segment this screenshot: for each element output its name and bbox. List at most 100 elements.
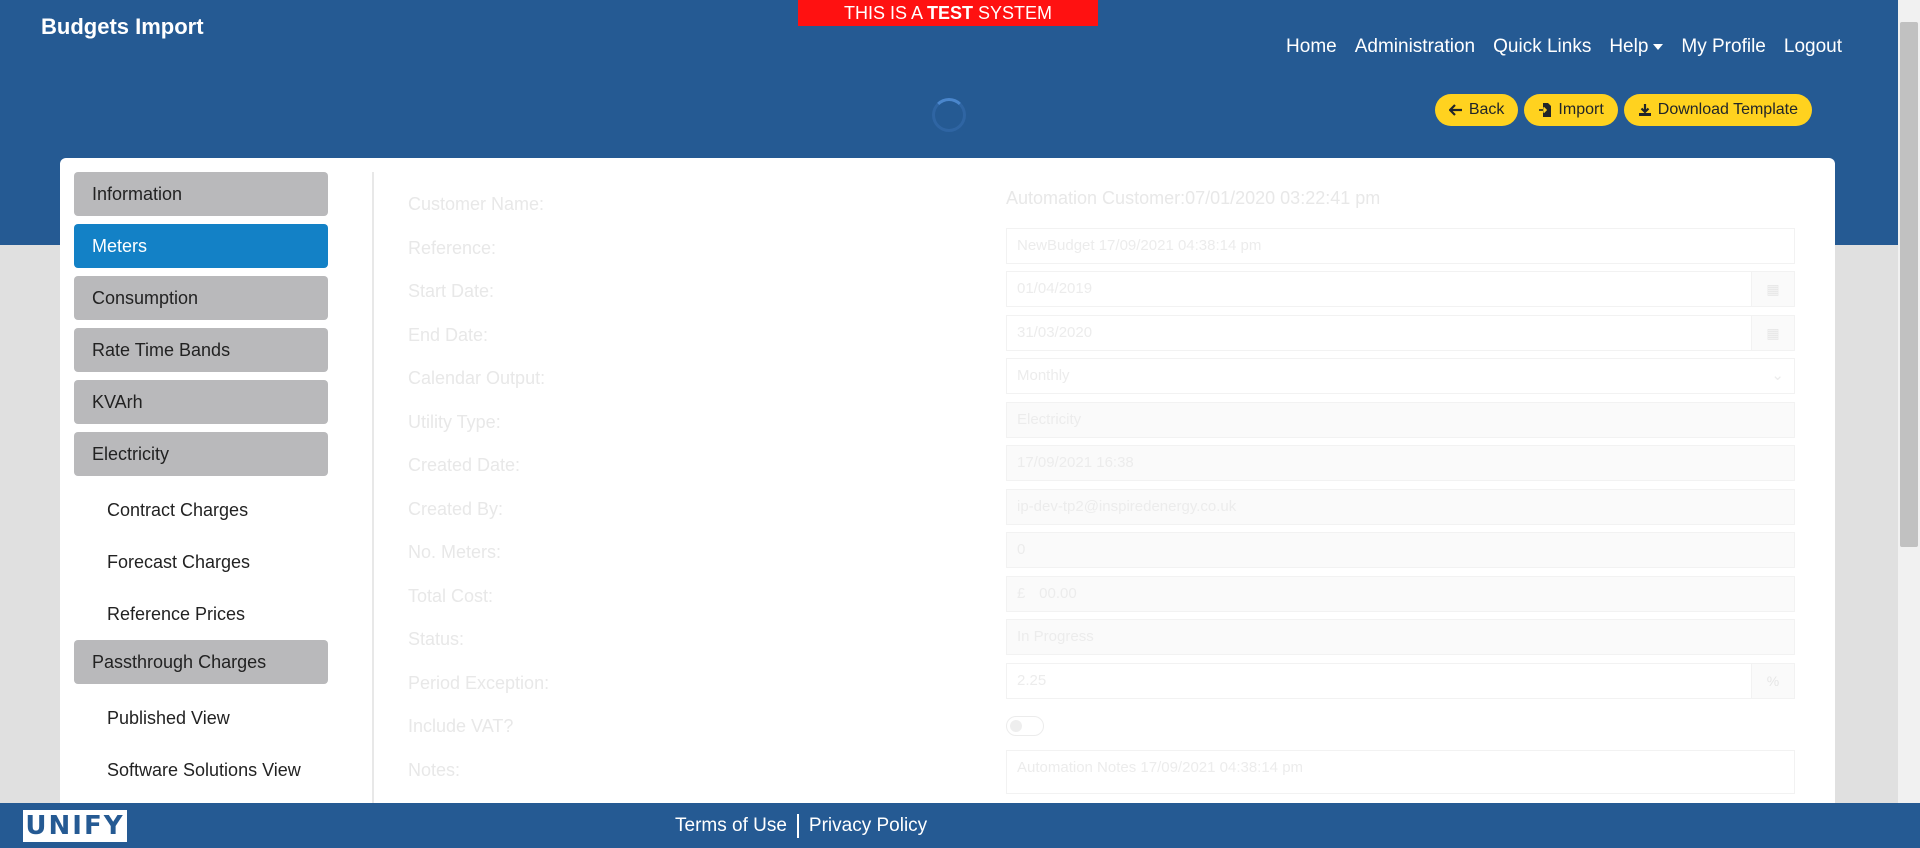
sidebar-item-passthrough-charges[interactable]: Passthrough Charges xyxy=(74,640,328,684)
reference-input[interactable]: NewBudget 17/09/2021 04:38:14 pm xyxy=(1006,227,1795,264)
meters-field: 0 xyxy=(1006,532,1795,568)
privacy-policy-link[interactable]: Privacy Policy xyxy=(809,815,927,837)
nav-quick-links[interactable]: Quick Links xyxy=(1493,36,1591,58)
app-title: Budgets Import xyxy=(41,14,204,39)
period-exception-label: Period Exception: xyxy=(408,672,550,693)
action-buttons: Back Import Download Template xyxy=(1434,94,1812,126)
page-scrollbar[interactable] xyxy=(1898,0,1920,803)
row-notes: Notes: Automation Notes 17/09/2021 04:38… xyxy=(408,746,1808,794)
sidebar-item-contract-charges[interactable]: Contract Charges xyxy=(74,484,328,536)
row-status: Status: In Progress xyxy=(408,615,1808,659)
period-exception-value: 2.25 xyxy=(1017,671,1047,689)
sidebar-item-electricity[interactable]: Electricity xyxy=(74,432,328,476)
meters-label: No. Meters: xyxy=(408,542,502,562)
row-end-date: End Date: 31/03/2020 ▦ xyxy=(408,311,1808,355)
row-total-cost: Total Cost: £ 00.00 xyxy=(408,572,1808,616)
sidebar-item-published-view[interactable]: Published View xyxy=(74,692,328,744)
terms-of-use-link[interactable]: Terms of Use xyxy=(675,815,787,837)
main-card: Information Meters Consumption Rate Time Ba… xyxy=(60,158,1835,808)
chevron-down-icon: ⌄ xyxy=(1771,367,1784,384)
sidebar-item-reference-prices[interactable]: Reference Prices xyxy=(74,588,328,640)
banner-bold: TEST xyxy=(927,3,974,23)
row-include-vat: Include VAT? xyxy=(408,702,1808,746)
end-date-value: 31/03/2020 xyxy=(1017,323,1093,341)
sidebar-item-rate-time-bands[interactable]: Rate Time Bands xyxy=(74,328,328,372)
row-customer-name: Customer Name: Automation Customer:07/01… xyxy=(408,180,1808,224)
start-date-label: Start Date: xyxy=(408,281,495,301)
include-vat-label: Include VAT? xyxy=(408,716,514,736)
calendar-output-value: Monthly xyxy=(1017,367,1070,384)
sidebar-item-meters[interactable]: Meters xyxy=(74,224,328,268)
utility-type-field: Electricity xyxy=(1006,401,1795,438)
calendar-output-select[interactable]: Monthly ⌄ xyxy=(1006,358,1795,394)
total-cost-field: £ 00.00 xyxy=(1006,575,1795,612)
notes-textarea[interactable]: Automation Notes 17/09/2021 04:38:14 pm xyxy=(1006,749,1795,794)
row-period-exception: Period Exception: 2.25 % xyxy=(408,659,1808,703)
nav-logout[interactable]: Logout xyxy=(1784,36,1842,58)
total-cost-label: Total Cost: xyxy=(408,585,494,606)
customer-name-label: Customer Name: xyxy=(408,194,545,214)
row-created-by: Created By: ip-dev-tp2@inspiredenergy.co… xyxy=(408,485,1808,529)
start-date-input[interactable]: 01/04/2019 ▦ xyxy=(1006,271,1795,307)
download-label: Download Template xyxy=(1657,101,1798,118)
sidebar-item-kvarh[interactable]: KVArh xyxy=(74,380,328,424)
nav-help-label: Help xyxy=(1609,36,1649,57)
nav-my-profile[interactable]: My Profile xyxy=(1681,36,1765,58)
row-reference: Reference: NewBudget 17/09/2021 04:38:14… xyxy=(408,224,1808,268)
row-meters: No. Meters: 0 xyxy=(408,528,1808,572)
import-button[interactable]: Import xyxy=(1524,94,1618,126)
loading-spinner-icon xyxy=(932,98,966,132)
sidebar-menu: Information Meters Consumption Rate Time Ba… xyxy=(74,172,328,796)
back-button[interactable]: Back xyxy=(1434,94,1519,126)
footer-separator xyxy=(796,814,799,838)
sidebar-item-information[interactable]: Information xyxy=(74,172,328,216)
row-calendar-output: Calendar Output: Monthly ⌄ xyxy=(408,354,1808,398)
scrollbar-thumb[interactable] xyxy=(1900,22,1918,547)
unify-logo: UNIFY xyxy=(23,810,127,842)
currency-symbol: £ xyxy=(1017,584,1026,602)
created-date-label: Created Date: xyxy=(408,455,521,475)
calendar-icon[interactable]: ▦ xyxy=(1751,272,1794,306)
caret-down-icon xyxy=(1653,44,1664,50)
status-field: In Progress xyxy=(1006,619,1795,655)
row-start-date: Start Date: 01/04/2019 ▦ xyxy=(408,267,1808,311)
nav-help[interactable]: Help xyxy=(1609,36,1664,58)
percent-addon: % xyxy=(1751,663,1794,698)
sidebar-item-software-solutions-view[interactable]: Software Solutions View xyxy=(74,744,328,796)
calendar-icon[interactable]: ▦ xyxy=(1751,315,1794,350)
nav-administration[interactable]: Administration xyxy=(1355,36,1475,58)
arrow-left-icon xyxy=(1448,104,1462,116)
reference-label: Reference: xyxy=(408,237,497,258)
download-template-button[interactable]: Download Template xyxy=(1623,94,1812,126)
total-cost-value: 00.00 xyxy=(1039,584,1077,602)
sidebar-item-consumption[interactable]: Consumption xyxy=(74,276,328,320)
row-created-date: Created Date: 17/09/2021 16:38 xyxy=(408,441,1808,485)
banner-suffix: SYSTEM xyxy=(978,3,1053,23)
budget-form: Customer Name: Automation Customer:07/01… xyxy=(408,180,1808,794)
start-date-value: 01/04/2019 xyxy=(1017,280,1093,297)
download-icon xyxy=(1638,104,1651,116)
customer-name-value: Automation Customer:07/01/2020 03:22:41 … xyxy=(1006,188,1381,208)
test-system-banner: THIS IS A TEST SYSTEM xyxy=(798,0,1098,26)
import-label: Import xyxy=(1558,101,1604,118)
created-by-field: ip-dev-tp2@inspiredenergy.co.uk xyxy=(1006,488,1795,525)
footer-bar: UNIFY Terms of Use Privacy Policy xyxy=(0,803,1920,848)
created-by-label: Created By: xyxy=(408,498,504,519)
top-nav: Home Administration Quick Links Help My … xyxy=(1286,36,1842,58)
period-exception-input[interactable]: 2.25 % xyxy=(1006,662,1795,699)
sidebar-divider xyxy=(372,172,374,808)
status-label: Status: xyxy=(408,629,465,649)
back-label: Back xyxy=(1468,101,1505,118)
sidebar-item-forecast-charges[interactable]: Forecast Charges xyxy=(74,536,328,588)
created-date-field: 17/09/2021 16:38 xyxy=(1006,445,1795,481)
nav-home[interactable]: Home xyxy=(1286,36,1337,58)
row-utility-type: Utility Type: Electricity xyxy=(408,398,1808,442)
calendar-output-label: Calendar Output: xyxy=(408,368,546,388)
banner-prefix: THIS IS A xyxy=(843,3,922,23)
end-date-label: End Date: xyxy=(408,324,489,345)
footer-links: Terms of Use Privacy Policy xyxy=(675,814,927,838)
notes-label: Notes: xyxy=(408,759,461,780)
include-vat-toggle[interactable] xyxy=(1006,716,1044,736)
end-date-input[interactable]: 31/03/2020 ▦ xyxy=(1006,314,1795,351)
file-import-icon xyxy=(1539,103,1552,117)
